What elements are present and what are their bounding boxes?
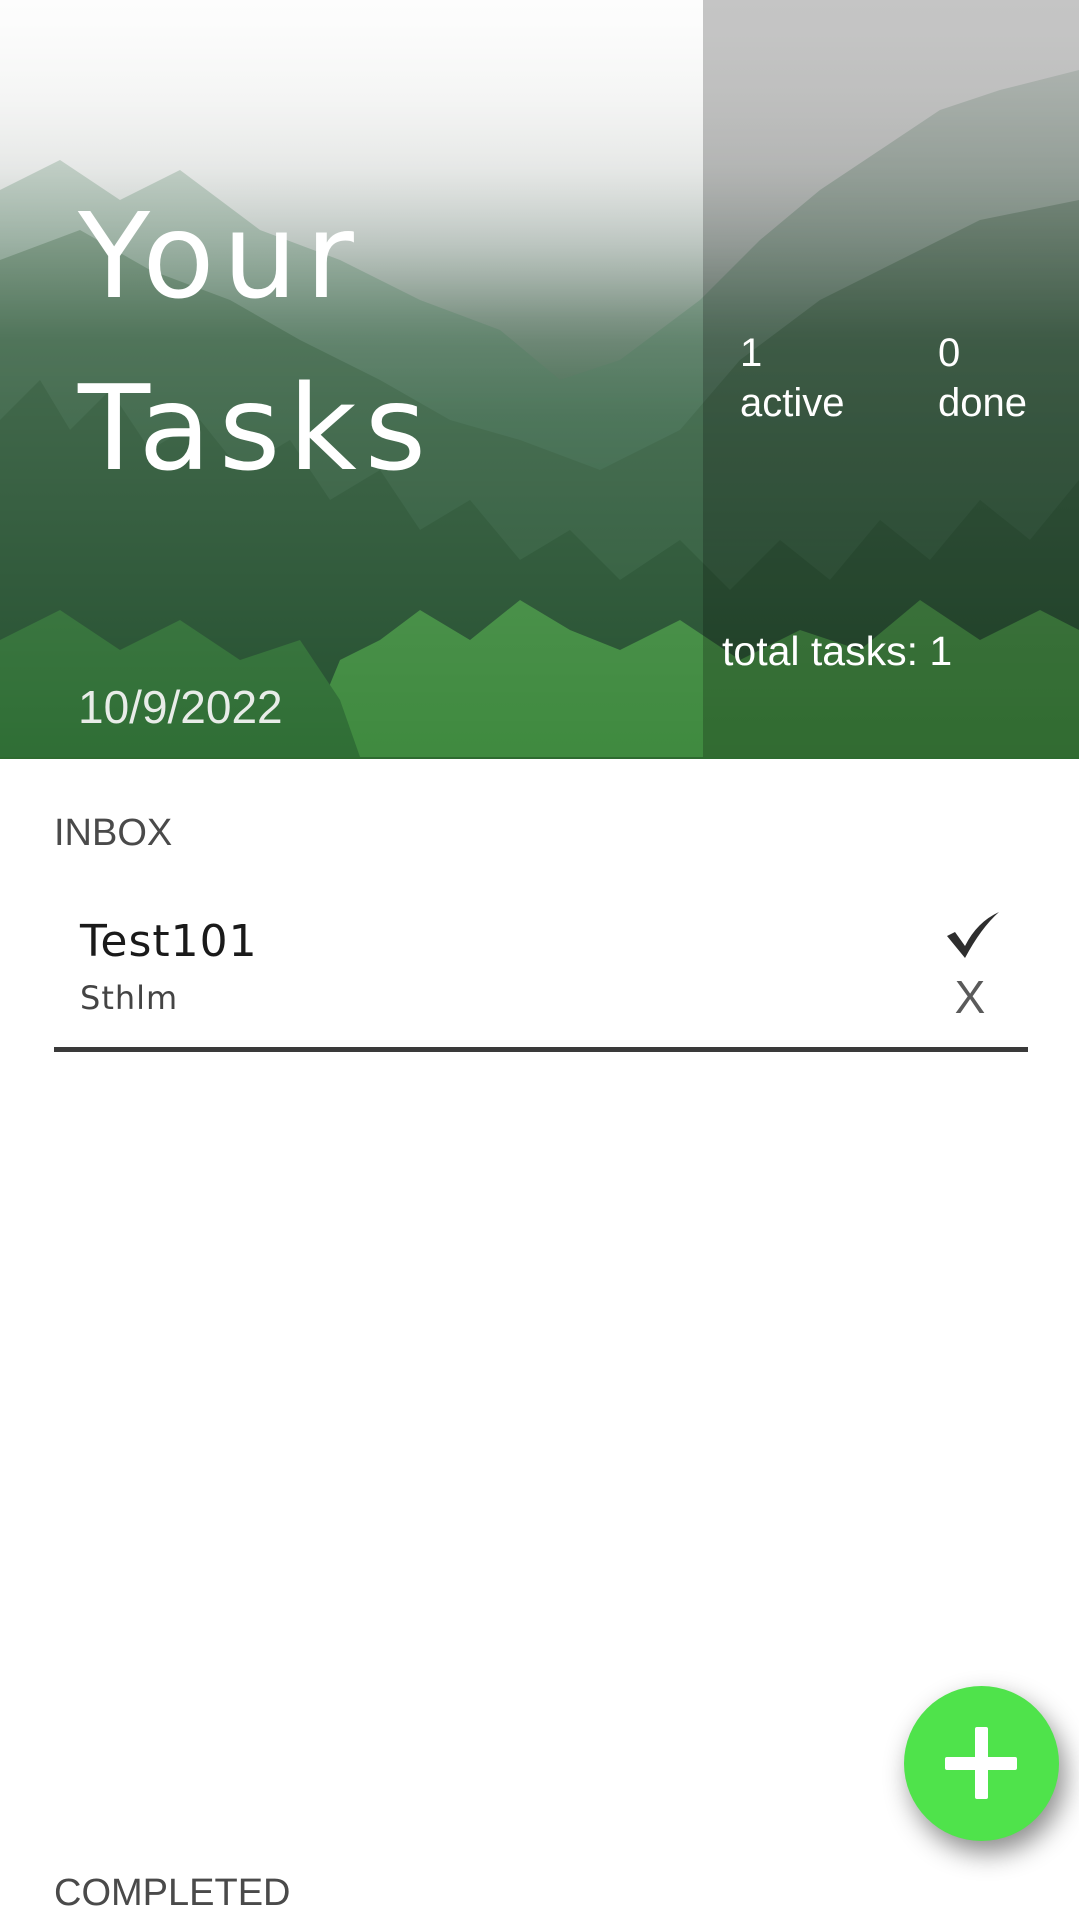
page-title-line1: Your — [78, 187, 362, 325]
page-title-line2: Tasks — [78, 359, 435, 497]
done-stat: 0 done — [938, 328, 1027, 428]
task-title: Test101 — [80, 916, 258, 967]
add-task-button[interactable] — [904, 1686, 1059, 1841]
task-item[interactable]: Test101 Sthlm X — [54, 898, 1028, 1052]
page-title: Your Tasks — [78, 170, 434, 514]
checkmark-icon[interactable] — [943, 910, 1003, 962]
done-label: done — [938, 381, 1027, 425]
plus-icon — [945, 1727, 1017, 1799]
active-stat: 1 active — [740, 328, 845, 428]
header-banner: Your Tasks 10/9/2022 1 active 0 done tot… — [0, 0, 1079, 759]
total-tasks: total tasks: 1 — [722, 628, 953, 674]
completed-section-label: COMPLETED — [54, 1872, 291, 1914]
current-date: 10/9/2022 — [78, 681, 283, 733]
delete-task-button[interactable]: X — [950, 970, 990, 1024]
task-subtitle: Sthlm — [80, 979, 179, 1017]
active-label: active — [740, 381, 845, 425]
active-count: 1 — [740, 331, 763, 375]
done-count: 0 — [938, 331, 961, 375]
inbox-section-label: INBOX — [54, 812, 173, 854]
